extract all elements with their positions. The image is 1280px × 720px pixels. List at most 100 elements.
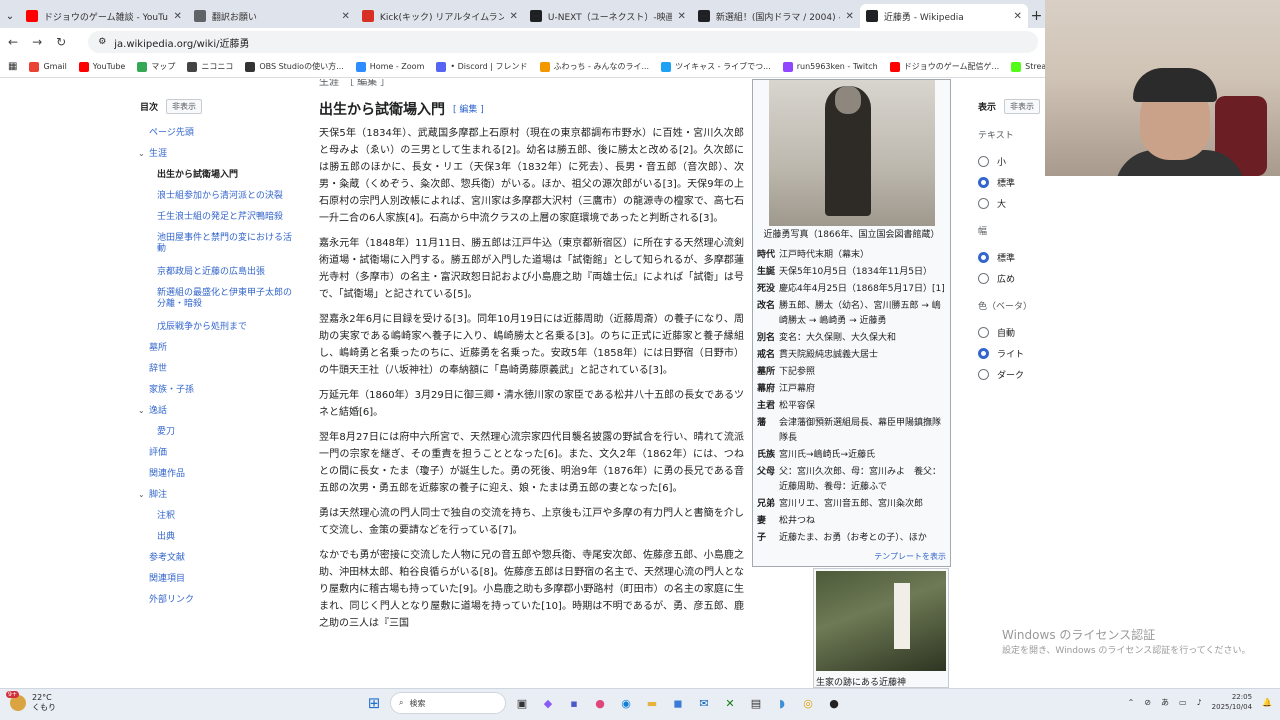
toc-item[interactable]: 京都政局と近藤の広島出張: [140, 267, 300, 288]
tab-close-icon[interactable]: ✕: [846, 11, 854, 22]
bookmark-item[interactable]: ドジョウのゲーム配信ゲ...: [889, 61, 999, 72]
appearance-option[interactable]: 自動: [978, 322, 1045, 343]
ime-icon[interactable]: あ: [1161, 697, 1169, 708]
copilot-icon[interactable]: ◆: [538, 693, 558, 713]
network-icon[interactable]: ▭: [1179, 698, 1187, 707]
toc-item[interactable]: ⌄ 脚注: [138, 490, 300, 511]
appearance-option[interactable]: 標準: [978, 247, 1045, 268]
radio-button[interactable]: [978, 252, 989, 263]
file-explorer-icon[interactable]: ▬: [642, 693, 662, 713]
obs-icon[interactable]: ●: [824, 693, 844, 713]
bookmark-item[interactable]: YouTube: [78, 61, 125, 72]
bookmark-item[interactable]: マップ: [137, 61, 175, 72]
taskbar-search[interactable]: ⌕ 検索: [390, 692, 506, 714]
appearance-option[interactable]: 大: [978, 193, 1045, 214]
store-icon[interactable]: ◼: [668, 693, 688, 713]
appearance-option[interactable]: 小: [978, 151, 1045, 172]
reload-icon[interactable]: ↻: [56, 35, 66, 49]
radio-button[interactable]: [978, 369, 989, 380]
bookmark-item[interactable]: OBS Studioの使い方...: [245, 61, 344, 72]
browser-tab[interactable]: U-NEXT（ユーネクスト）-映画 / ド ✕: [524, 4, 692, 28]
toc-item[interactable]: 参考文献: [140, 553, 300, 574]
xbox-icon[interactable]: ✕: [720, 693, 740, 713]
tray-app-icon[interactable]: ⊘: [1144, 698, 1151, 707]
weather-widget[interactable]: 9+ 22°C くもり: [6, 691, 56, 713]
apps-grid-icon[interactable]: ▦: [8, 61, 17, 72]
radio-button[interactable]: [978, 198, 989, 209]
chrome-icon[interactable]: ◎: [798, 693, 818, 713]
shrine-photo[interactable]: [816, 571, 946, 671]
bookmark-item[interactable]: ツイキャス - ライブでつ...: [661, 61, 771, 72]
task-view-icon[interactable]: ▣: [512, 693, 532, 713]
browser-tab[interactable]: Kick(キック) リアルタイムランキング ✕: [356, 4, 524, 28]
bookmark-item[interactable]: ニコニコ: [187, 61, 233, 72]
app-icon[interactable]: ●: [590, 693, 610, 713]
bookmark-item[interactable]: Home - Zoom: [355, 61, 424, 72]
bookmark-item[interactable]: run5963ken - Twitch: [782, 61, 878, 72]
bookmark-item[interactable]: Gmail: [29, 61, 67, 72]
toc-item[interactable]: 池田屋事件と禁門の変における活動: [140, 233, 300, 267]
toc-expand-chevron-icon[interactable]: ⌄: [138, 149, 145, 159]
clock[interactable]: 22:05 2025/10/04: [1212, 692, 1252, 712]
tab-search-chevron-icon[interactable]: ⌄: [0, 4, 20, 28]
notepad-icon[interactable]: ▤: [746, 693, 766, 713]
radio-button[interactable]: [978, 177, 989, 188]
tab-close-icon[interactable]: ✕: [342, 11, 350, 22]
new-tab-button[interactable]: +: [1028, 4, 1045, 28]
toc-item[interactable]: ⌄ 逸話: [138, 406, 300, 427]
bookmark-item[interactable]: Stream - Kick Dashb...: [1011, 61, 1045, 72]
forward-icon[interactable]: →: [32, 35, 42, 49]
tab-close-icon[interactable]: ✕: [1014, 11, 1022, 22]
browser-tab[interactable]: 翻訳お願い ✕: [188, 4, 356, 28]
toc-item[interactable]: 注釈: [140, 511, 300, 532]
toc-item[interactable]: ページ先頭: [140, 128, 300, 149]
appearance-option[interactable]: 標準: [978, 172, 1045, 193]
toc-item[interactable]: 浪士組参加から清河派との決裂: [140, 191, 300, 212]
toc-item[interactable]: 関連作品: [140, 469, 300, 490]
radio-button[interactable]: [978, 327, 989, 338]
section-edit-link[interactable]: [ 編集 ]: [453, 102, 484, 119]
toc-hide-button[interactable]: 非表示: [166, 99, 203, 114]
portrait-photo[interactable]: [768, 80, 935, 226]
site-info-icon[interactable]: ⚙: [98, 37, 106, 47]
tab-close-icon[interactable]: ✕: [678, 11, 686, 22]
toc-item[interactable]: 評価: [140, 448, 300, 469]
browser-tab[interactable]: 新選組！(国内ドラマ / 2004) - 動 ✕: [692, 4, 860, 28]
tab-close-icon[interactable]: ✕: [510, 11, 518, 22]
show-template-link[interactable]: テンプレートを表示: [753, 547, 950, 566]
appearance-option[interactable]: 広め: [978, 268, 1045, 289]
edge-icon[interactable]: ◉: [616, 693, 636, 713]
toc-item[interactable]: 辞世: [140, 364, 300, 385]
toc-item[interactable]: 出典: [140, 532, 300, 553]
toc-item[interactable]: 出生から試衛場入門: [140, 170, 300, 191]
toc-item[interactable]: 新選組の最盛化と伊東甲子太郎の分離・暗殺: [140, 288, 300, 322]
radio-button[interactable]: [978, 273, 989, 284]
toc-item[interactable]: 戊辰戦争から処刑まで: [140, 322, 300, 343]
toc-item[interactable]: 墓所: [140, 343, 300, 364]
back-icon[interactable]: ←: [8, 35, 18, 49]
radio-button[interactable]: [978, 156, 989, 167]
appearance-option[interactable]: ダーク: [978, 364, 1045, 385]
appearance-option[interactable]: ライト: [978, 343, 1045, 364]
radio-button[interactable]: [978, 348, 989, 359]
appearance-hide-button[interactable]: 非表示: [1004, 99, 1041, 114]
toc-item[interactable]: 外部リンク: [140, 595, 300, 616]
bookmark-item[interactable]: ふわっち - みんなのライ...: [539, 61, 649, 72]
app2-icon[interactable]: ◗: [772, 693, 792, 713]
tray-chevron-icon[interactable]: ⌃: [1128, 698, 1135, 707]
browser-tab[interactable]: 近藤勇 - Wikipedia ✕: [859, 4, 1028, 28]
toc-item[interactable]: 愛刀: [140, 427, 300, 448]
toc-item[interactable]: 家族・子孫: [140, 385, 300, 406]
volume-icon[interactable]: ♪: [1197, 698, 1202, 707]
toc-expand-chevron-icon[interactable]: ⌄: [138, 490, 145, 500]
teams-icon[interactable]: ▪: [564, 693, 584, 713]
toc-item[interactable]: ⌄ 生涯: [138, 149, 300, 170]
notifications-icon[interactable]: 🔔: [1262, 698, 1272, 707]
outlook-icon[interactable]: ✉: [694, 693, 714, 713]
url-field[interactable]: ⚙ ja.wikipedia.org/wiki/近藤勇: [88, 31, 1039, 53]
toc-item[interactable]: 壬生浪士組の発足と芹沢鴨暗殺: [140, 212, 300, 233]
start-button[interactable]: ⊞: [364, 693, 384, 713]
tab-close-icon[interactable]: ✕: [174, 11, 182, 22]
browser-tab[interactable]: ドジョウのゲーム雑談 - YouTube ✕: [20, 4, 188, 28]
toc-expand-chevron-icon[interactable]: ⌄: [138, 406, 145, 416]
